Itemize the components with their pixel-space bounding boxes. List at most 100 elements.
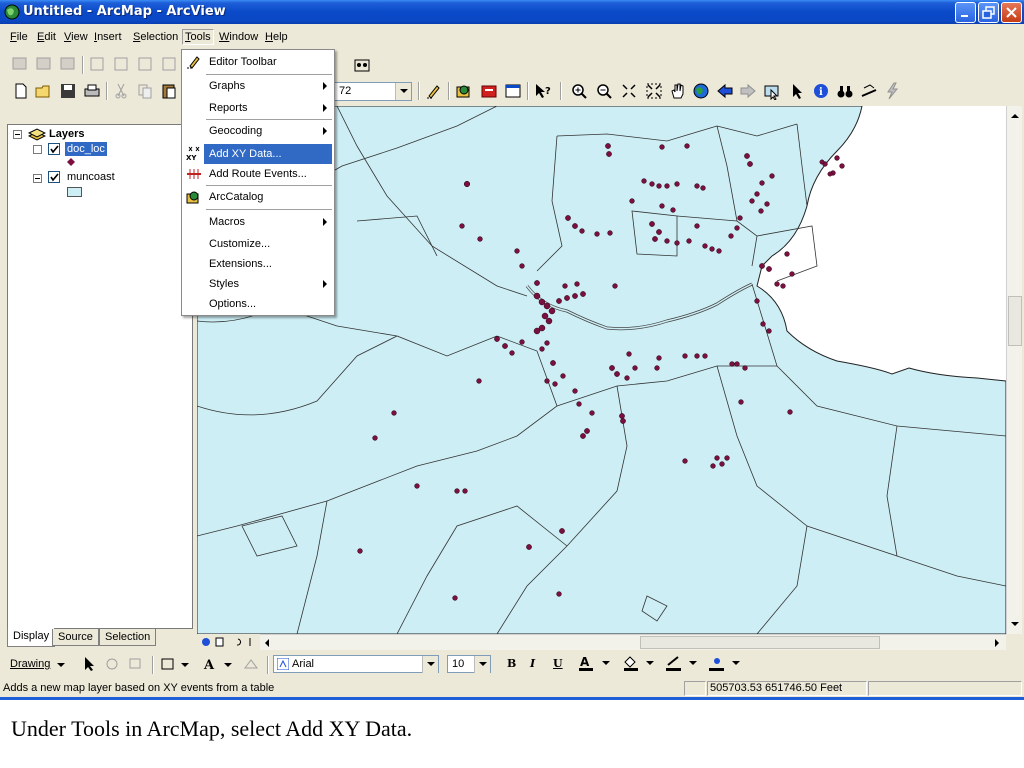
marker-color-icon[interactable] bbox=[708, 654, 728, 672]
scroll-left-icon[interactable] bbox=[260, 636, 274, 650]
chevron-down-icon[interactable] bbox=[224, 663, 232, 668]
menu-item-editor-toolbar[interactable]: Editor Toolbar bbox=[182, 52, 334, 72]
binoculars-box-icon[interactable] bbox=[353, 55, 371, 73]
tab-display[interactable]: Display bbox=[7, 628, 56, 647]
layer-visibility-checkbox[interactable] bbox=[48, 143, 60, 155]
tab-selection[interactable]: Selection bbox=[99, 629, 157, 646]
fill-color-icon[interactable] bbox=[622, 654, 642, 672]
minimize-button[interactable] bbox=[955, 2, 976, 23]
layer-grey-icon[interactable] bbox=[11, 55, 29, 73]
chevron-down-icon[interactable] bbox=[732, 661, 740, 666]
menu-insert[interactable]: Insert bbox=[94, 31, 122, 43]
chevron-down-icon[interactable] bbox=[181, 663, 189, 668]
font-color-icon[interactable]: A bbox=[578, 654, 598, 672]
rotate-icon[interactable] bbox=[104, 656, 120, 672]
zoom-out-icon[interactable] bbox=[595, 82, 613, 100]
italic-button[interactable]: I bbox=[530, 657, 535, 670]
menu-item-customize[interactable]: Customize... bbox=[182, 234, 334, 254]
full-extent-globe-icon[interactable] bbox=[692, 82, 710, 100]
whats-this-help-icon[interactable]: ? bbox=[534, 82, 552, 100]
layer-grey-icon[interactable] bbox=[35, 55, 53, 73]
font-dropdown-button[interactable] bbox=[422, 656, 438, 673]
menu-item-arccatalog[interactable]: ArcCatalog bbox=[182, 187, 334, 207]
layer-grey-icon[interactable] bbox=[59, 55, 77, 73]
menu-view[interactable]: View bbox=[64, 31, 88, 43]
bold-button[interactable]: B bbox=[507, 657, 516, 670]
layers-root-label[interactable]: Layers bbox=[49, 128, 84, 140]
grid-grey-icon[interactable] bbox=[112, 55, 130, 73]
menu-edit[interactable]: Edit bbox=[37, 31, 56, 43]
chevron-down-icon[interactable] bbox=[646, 661, 654, 666]
forward-arrow-icon[interactable] bbox=[739, 82, 757, 100]
close-button[interactable] bbox=[1001, 2, 1022, 23]
menu-tools[interactable]: Tools bbox=[182, 29, 214, 45]
drawing-menu[interactable]: Drawing bbox=[10, 658, 50, 670]
zoom-in-icon[interactable] bbox=[570, 82, 588, 100]
open-folder-icon[interactable] bbox=[35, 82, 53, 100]
paste-icon[interactable] bbox=[160, 82, 178, 100]
layer-visibility-checkbox[interactable] bbox=[48, 171, 60, 183]
menu-item-reports[interactable]: Reports bbox=[182, 98, 334, 118]
menu-item-geocoding[interactable]: Geocoding bbox=[182, 121, 334, 141]
select-features-icon[interactable] bbox=[763, 82, 781, 100]
edit-vertices-icon[interactable] bbox=[243, 656, 261, 672]
line-color-icon[interactable] bbox=[665, 654, 685, 672]
grid-grey-icon[interactable] bbox=[160, 55, 178, 73]
menu-item-options[interactable]: Options... bbox=[182, 294, 334, 314]
chevron-down-icon[interactable] bbox=[689, 661, 697, 666]
find-binoculars-icon[interactable] bbox=[836, 82, 854, 100]
menu-item-add-route-events[interactable]: Add Route Events... bbox=[182, 164, 334, 184]
zoom-to-selected-icon[interactable] bbox=[128, 656, 144, 672]
font-size-dropdown-button[interactable] bbox=[474, 656, 490, 673]
menu-item-styles[interactable]: Styles bbox=[182, 274, 334, 294]
identify-icon[interactable]: i bbox=[812, 82, 830, 100]
select-elements-arrow-icon[interactable] bbox=[788, 82, 806, 100]
scroll-right-icon[interactable] bbox=[990, 636, 1004, 650]
measure-icon[interactable] bbox=[860, 82, 878, 100]
restore-button[interactable] bbox=[978, 2, 999, 23]
pan-hand-icon[interactable] bbox=[669, 82, 687, 100]
layer-doc-loc-label[interactable]: doc_loc bbox=[65, 142, 107, 156]
arccatalog-icon[interactable] bbox=[455, 82, 473, 100]
expand-collapse-toggle[interactable] bbox=[13, 130, 22, 139]
grid-grey-icon[interactable] bbox=[136, 55, 154, 73]
cut-icon[interactable] bbox=[112, 82, 130, 100]
text-tool-icon[interactable]: A bbox=[202, 656, 218, 672]
menu-file[interactable]: File bbox=[10, 31, 28, 43]
layer-expand-toggle[interactable] bbox=[33, 174, 42, 183]
command-line-icon[interactable] bbox=[504, 82, 522, 100]
tab-source[interactable]: Source bbox=[52, 629, 99, 646]
back-arrow-icon[interactable] bbox=[716, 82, 734, 100]
map-scale-combo[interactable]: 72 bbox=[334, 82, 412, 101]
menu-window[interactable]: Window bbox=[219, 31, 258, 43]
font-size-combo[interactable]: 10 bbox=[447, 655, 491, 673]
data-layout-view-icon[interactable] bbox=[200, 635, 260, 649]
scroll-down-icon[interactable] bbox=[1008, 617, 1022, 631]
hyperlink-lightning-icon[interactable] bbox=[883, 82, 901, 100]
layer-muncoast-label[interactable]: muncoast bbox=[67, 171, 115, 183]
scale-dropdown-button[interactable] bbox=[395, 83, 411, 100]
editor-pencil-icon[interactable] bbox=[425, 82, 443, 100]
rectangle-tool-icon[interactable] bbox=[160, 656, 176, 672]
grid-grey-icon[interactable] bbox=[88, 55, 106, 73]
select-arrow-icon[interactable] bbox=[82, 656, 96, 672]
fixed-zoom-in-icon[interactable] bbox=[620, 82, 638, 100]
chevron-down-icon[interactable] bbox=[602, 661, 610, 666]
save-icon[interactable] bbox=[59, 82, 77, 100]
menu-item-add-xy-data[interactable]: Add XY Data... bbox=[204, 144, 332, 164]
copy-icon[interactable] bbox=[136, 82, 154, 100]
arctoolbox-icon[interactable] bbox=[480, 82, 498, 100]
scroll-up-icon[interactable] bbox=[1008, 109, 1022, 123]
new-document-icon[interactable] bbox=[12, 82, 30, 100]
scroll-thumb[interactable] bbox=[640, 636, 880, 649]
font-name-combo[interactable]: Arial bbox=[273, 655, 439, 673]
map-vertical-scrollbar[interactable] bbox=[1006, 106, 1022, 634]
menu-item-macros[interactable]: Macros bbox=[182, 212, 334, 232]
menu-help[interactable]: Help bbox=[265, 31, 288, 43]
scroll-thumb[interactable] bbox=[1008, 296, 1022, 346]
map-horizontal-scrollbar[interactable] bbox=[260, 634, 1006, 650]
fixed-zoom-out-icon[interactable] bbox=[645, 82, 663, 100]
menu-item-graphs[interactable]: Graphs bbox=[182, 76, 334, 96]
print-icon[interactable] bbox=[83, 82, 101, 100]
menu-selection[interactable]: Selection bbox=[133, 31, 178, 43]
